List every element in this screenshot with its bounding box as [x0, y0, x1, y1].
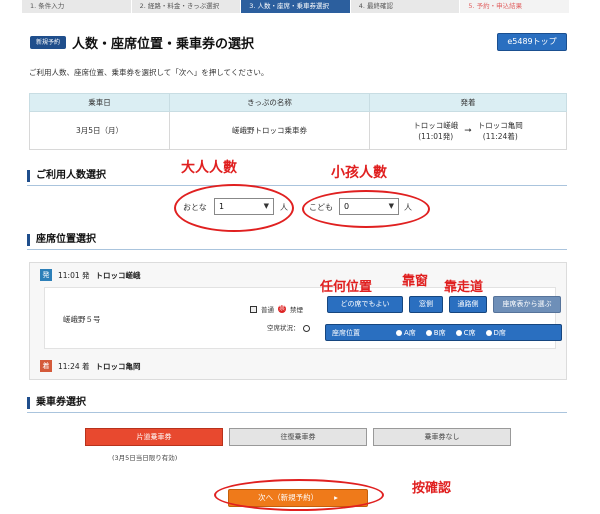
seat-legend: 普通 禁 禁煙 [250, 304, 303, 314]
annotation-window: 靠窗 [402, 274, 429, 289]
ticket-validity-note: (3月5日当日限り有効) [112, 454, 178, 462]
seat-radio-a-label: A席 [404, 328, 416, 337]
window-seat-button[interactable]: 窓側 [409, 296, 443, 313]
seat-radio-d[interactable]: D席 [485, 328, 506, 338]
step-5: 5. 予約・申込結果 [460, 0, 570, 13]
step-2: 2. 経路・料金・きっぷ選択 [131, 0, 242, 13]
radio-icon [396, 329, 402, 336]
ticket-name: 嵯峨野トロッコ乗車券 [169, 111, 370, 150]
arrival-row: 着 11:24 着 トロッコ亀岡 [30, 356, 566, 376]
aisle-seat-button[interactable]: 通路側 [449, 296, 487, 313]
section-divider [27, 249, 567, 250]
one-way-ticket-button[interactable]: 片道乗車券 [85, 428, 223, 446]
step-1: 1. 条件入力 [22, 0, 132, 13]
col-header-route: 発着 [369, 93, 567, 112]
vacancy-status: 空席状況： [267, 322, 310, 332]
e5489-top-button[interactable]: e5489トップ [497, 33, 567, 51]
step-4: 4. 最終確認 [350, 0, 461, 13]
seat-radio-b[interactable]: B席 [425, 328, 446, 338]
step-indicator: 1. 条件入力 2. 経路・料金・きっぷ選択 3. 人数・座席・乗車券選択 4.… [22, 0, 570, 13]
col-header-date: 乗車日 [29, 93, 170, 112]
section-divider [27, 412, 567, 413]
page-title: 人数・座席位置・乗車券の選択 [72, 37, 255, 52]
radio-icon [485, 329, 492, 336]
departure-station: トロッコ嵯峨 [413, 120, 459, 130]
departure-row-station: トロッコ嵯峨 [95, 270, 141, 280]
annotation-any-seat: 任何位置 [320, 280, 373, 295]
passenger-section-title: ご利用人数選択 [27, 170, 106, 182]
section-divider [27, 185, 567, 186]
step-3: 3. 人数・座席・乗車券選択 [241, 0, 351, 13]
departure-row: 発 11:01 発 トロッコ嵯峨 [30, 265, 566, 285]
ride-date: 3月5日（月） [29, 111, 170, 150]
legend-regular: 普通 [261, 306, 274, 314]
seat-position-bar: 座席位置 A席 B席 C席 D席 [325, 324, 562, 341]
radio-icon [455, 329, 462, 336]
arrival-station: トロッコ亀岡 [477, 120, 523, 130]
arrival-row-station: トロッコ亀岡 [95, 361, 141, 371]
annotation-ellipse-next [214, 479, 384, 511]
car-name: 嵯峨野５号 [63, 315, 101, 324]
seat-map-button[interactable]: 座席表から選ぶ [493, 296, 561, 313]
vacancy-available-icon [302, 324, 310, 332]
seat-position-label: 座席位置 [332, 328, 360, 337]
no-smoking-icon: 禁 [278, 305, 286, 313]
ticket-section-title: 乗車券選択 [27, 397, 86, 409]
vacancy-label: 空席状況： [267, 324, 300, 332]
arrow-right-icon: ➞ [464, 125, 472, 136]
round-trip-ticket-button[interactable]: 往復乗車券 [229, 428, 367, 446]
seat-buttons-group: どの席でもよい 窓側 通路側 座席表から選ぶ 座席位置 A席 B席 C席 D席 [325, 294, 565, 344]
annotation-adult: 大人人數 [181, 160, 237, 176]
departure-badge: 発 [40, 269, 52, 281]
seat-section-title: 座席位置選択 [27, 234, 96, 246]
arrival-badge: 着 [40, 360, 52, 372]
annotation-aisle: 靠走道 [444, 280, 484, 295]
departure-time: (11:01発) [418, 131, 454, 141]
legend-no-smoking: 禁煙 [290, 306, 303, 314]
arrival-row-time: 11:24 着 [58, 361, 90, 371]
seat-radio-c[interactable]: C席 [455, 328, 476, 338]
seat-radio-a[interactable]: A席 [396, 328, 416, 338]
instruction-text: ご利用人数、座席位置、乗車券を選択して「次へ」を押してください。 [29, 68, 269, 77]
annotation-child: 小孩人數 [331, 165, 387, 181]
seat-radio-b-label: B席 [433, 328, 446, 337]
no-ticket-button[interactable]: 乗車券なし [373, 428, 511, 446]
annotation-ellipse-adult [174, 184, 294, 232]
arrival-time: (11:24着) [482, 131, 518, 141]
any-seat-button[interactable]: どの席でもよい [327, 296, 403, 313]
seat-radio-c-label: C席 [463, 328, 476, 337]
new-reservation-badge: 新規予約 [30, 36, 66, 49]
departure-row-time: 11:01 発 [58, 270, 90, 280]
col-header-ticket-name: きっぷの名称 [169, 93, 370, 112]
annotation-confirm: 按確認 [412, 481, 452, 496]
annotation-ellipse-child [302, 190, 430, 228]
regular-seat-icon [250, 305, 257, 313]
radio-icon [425, 329, 432, 336]
seat-radio-d-label: D席 [493, 328, 506, 337]
ticket-info-table: 乗車日 きっぷの名称 発着 3月5日（月） 嵯峨野トロッコ乗車券 トロッコ嵯峨 … [29, 93, 567, 150]
route-cell: トロッコ嵯峨 (11:01発) ➞ トロッコ亀岡 (11:24着) [369, 111, 567, 150]
